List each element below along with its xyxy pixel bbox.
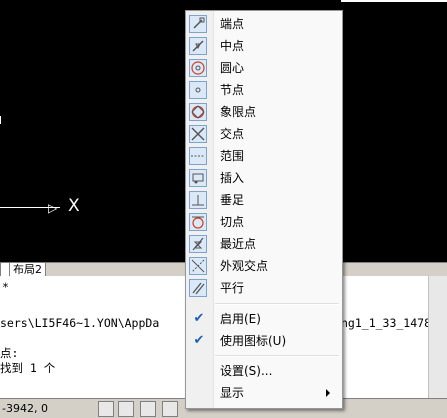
menu-item-apparent-intersection[interactable]: 外观交点 — [186, 255, 342, 277]
menu-item-label: 节点 — [220, 83, 245, 97]
menu-item-insert[interactable]: 插入 — [186, 167, 342, 189]
polar-toggle-icon[interactable] — [162, 401, 178, 417]
menu-item-tangent[interactable]: 切点 — [186, 211, 342, 233]
menu-item-label: 垂足 — [220, 193, 245, 207]
menu-item-label: 启用(E) — [220, 312, 261, 326]
menu-item-label: 最近点 — [220, 237, 257, 251]
parallel-icon — [189, 279, 207, 297]
x-axis-label: X — [68, 196, 80, 216]
menu-item-label: 设置(S)... — [220, 364, 273, 378]
menu-item-label: 外观交点 — [220, 259, 269, 273]
midpoint-icon — [189, 37, 207, 55]
quadrant-icon — [189, 103, 207, 121]
menu-item-label: 端点 — [220, 17, 245, 31]
command-line: sers\LI5F46~1.YON\AppDa — [0, 316, 160, 330]
intersection-icon — [189, 125, 207, 143]
menu-item-label: 交点 — [220, 127, 245, 141]
menu-item-intersection[interactable]: 交点 — [186, 123, 342, 145]
command-scrollbar[interactable] — [428, 276, 447, 398]
coordinate-readout: -3942, 0 — [2, 402, 48, 415]
menu-separator — [215, 303, 339, 305]
menu-item-label: 使用图标(U) — [220, 334, 287, 348]
endpoint-icon — [189, 15, 207, 33]
tab-layout2[interactable]: 布局2 — [9, 263, 46, 277]
menu-item-center[interactable]: 圆心 — [186, 57, 342, 79]
menu-separator — [215, 355, 339, 357]
check-icon: ✔ — [193, 311, 205, 326]
menu-item-label: 平行 — [220, 281, 245, 295]
node-icon — [189, 81, 207, 99]
command-line: * — [2, 280, 9, 294]
menu-item-use-icons[interactable]: ✔ 使用图标(U) — [186, 330, 342, 352]
menu-item-enable[interactable]: ✔ 启用(E) — [186, 308, 342, 330]
command-line: 点: — [0, 346, 19, 360]
menu-item-label: 切点 — [220, 215, 245, 229]
ortho-toggle-icon[interactable] — [140, 401, 156, 417]
menu-item-endpoint[interactable]: 端点 — [186, 13, 342, 35]
command-line: 找到 1 个 — [0, 361, 56, 375]
submenu-arrow-icon — [326, 389, 330, 397]
menu-item-settings[interactable]: 设置(S)... — [186, 360, 342, 382]
snap-toggle-icon[interactable] — [98, 401, 114, 417]
center-icon — [189, 59, 207, 77]
insert-icon — [189, 169, 207, 187]
menu-item-label: 插入 — [220, 171, 245, 185]
grid-toggle-icon[interactable] — [118, 401, 134, 417]
tangent-icon — [189, 213, 207, 231]
menu-item-label: 圆心 — [220, 61, 245, 75]
command-line-tail: ng1_1_33_1478. — [341, 316, 438, 330]
menu-item-display[interactable]: 显示 — [186, 382, 342, 404]
menu-item-label: 中点 — [220, 39, 245, 53]
menu-item-perpendicular[interactable]: 垂足 — [186, 189, 342, 211]
menu-item-node[interactable]: 节点 — [186, 79, 342, 101]
menu-item-midpoint[interactable]: 中点 — [186, 35, 342, 57]
menu-item-label: 显示 — [220, 386, 245, 400]
menu-item-extension[interactable]: 范围 — [186, 145, 342, 167]
menu-item-quadrant[interactable]: 象限点 — [186, 101, 342, 123]
menu-item-nearest[interactable]: 最近点 — [186, 233, 342, 255]
window-edge — [341, 0, 447, 2]
menu-item-label: 象限点 — [220, 105, 257, 119]
menu-item-parallel[interactable]: 平行 — [186, 277, 342, 299]
menu-item-label: 范围 — [220, 149, 245, 163]
object-snap-menu: 端点 中点 圆心 节点 象限点 交点 范围 插入 垂足 切点 最近点 外观交点 … — [185, 10, 343, 409]
check-icon: ✔ — [193, 333, 205, 348]
axis-tick — [0, 116, 4, 124]
x-axis-arrow-icon: ▷ — [48, 201, 58, 215]
apparent-intersection-icon — [189, 257, 207, 275]
perpendicular-icon — [189, 191, 207, 209]
nearest-icon — [189, 235, 207, 253]
extension-icon — [189, 147, 207, 165]
